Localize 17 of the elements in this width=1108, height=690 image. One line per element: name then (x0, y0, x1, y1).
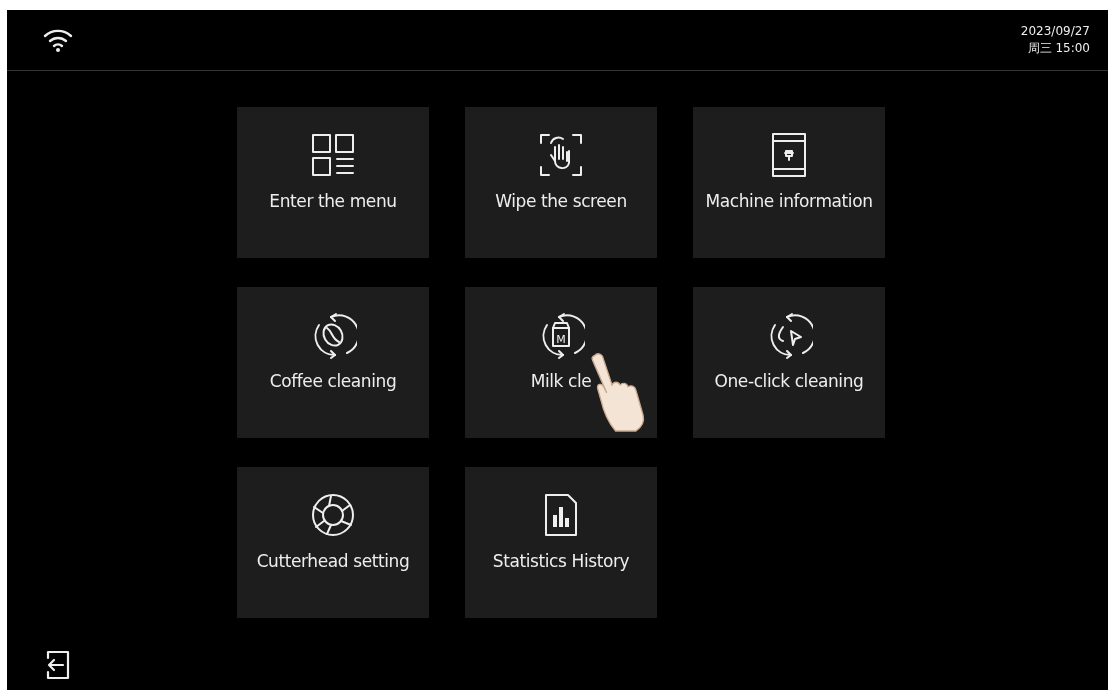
grid-icon (309, 131, 357, 179)
menu-tile[interactable]: Machine information (693, 107, 885, 258)
weekday-time-text: 周三 15:00 (1027, 39, 1090, 57)
exit-icon[interactable] (45, 650, 71, 680)
menu-tile[interactable]: One-click cleaning (693, 287, 885, 438)
menu-tile[interactable]: Cutterhead setting (237, 467, 429, 618)
menu-tile[interactable]: Statistics History (465, 467, 657, 618)
milk-carton-cycle-icon (542, 313, 585, 359)
wifi-icon (43, 27, 73, 53)
cutterhead-icon (309, 491, 357, 539)
menu-tile[interactable]: M Milk cle (465, 287, 657, 438)
menu-tile[interactable]: Coffee cleaning (237, 287, 429, 438)
menu-tile[interactable]: Enter the menu (237, 107, 429, 258)
menu-tile[interactable]: Wipe the screen (465, 107, 657, 258)
hand-frame-icon (537, 131, 585, 179)
date-text: 2023/09/27 (1020, 23, 1090, 38)
milk-letter: M (556, 333, 566, 346)
